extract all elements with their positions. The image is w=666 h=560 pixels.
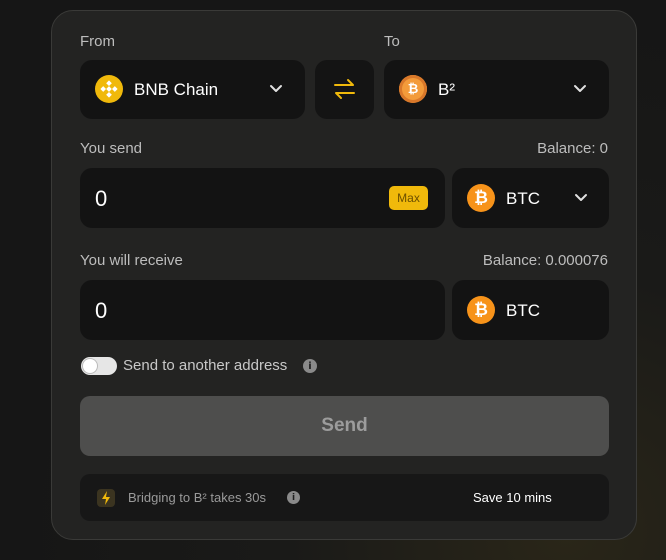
send-button[interactable]: Send [80, 396, 609, 456]
info-icon[interactable]: i [303, 359, 317, 373]
max-button[interactable]: Max [389, 186, 428, 210]
receive-balance: Balance: 0.000076 [482, 252, 608, 269]
from-label: From [80, 33, 115, 50]
chevron-down-icon [270, 85, 282, 92]
chevron-down-icon [574, 85, 586, 92]
you-send-label: You send [80, 140, 143, 157]
save-time-text: Save 10 mins [473, 490, 552, 505]
send-token-name: BTC [506, 189, 540, 208]
bridge-card: From BNB Chain To ₿ B² You send Balance:… [51, 10, 637, 540]
bnb-icon [95, 75, 123, 103]
receive-amount-field: 0 [80, 280, 445, 340]
send-balance: Balance: 0 [537, 140, 608, 157]
you-receive-label: You will receive [80, 252, 183, 269]
to-chain-select[interactable]: ₿ B² [384, 60, 609, 119]
send-token-select[interactable]: ₿ BTC [452, 168, 609, 228]
btc-icon: ₿ [467, 296, 495, 324]
receive-token: ₿ BTC [452, 280, 609, 340]
send-to-another-toggle[interactable] [81, 357, 117, 375]
swap-button[interactable] [315, 60, 374, 119]
swap-arrows-icon [334, 79, 355, 99]
receive-amount-value: 0 [95, 298, 108, 323]
info-icon[interactable]: i [287, 491, 300, 504]
from-chain-name: BNB Chain [134, 80, 219, 99]
from-chain-select[interactable]: BNB Chain [80, 60, 305, 119]
b2-icon: ₿ [399, 75, 427, 103]
toggle-knob [83, 359, 97, 373]
receive-token-name: BTC [506, 301, 540, 320]
send-to-another-label: Send to another address [123, 357, 288, 374]
to-chain-name: B² [438, 80, 455, 99]
send-amount-value: 0 [95, 186, 108, 211]
bridging-time-text: Bridging to B² takes 30s [128, 490, 267, 505]
bridge-info-footer: Bridging to B² takes 30s i Save 10 mins [80, 474, 609, 521]
to-label: To [384, 33, 400, 50]
send-amount-input[interactable]: 0 Max [80, 168, 445, 228]
btc-icon: ₿ [467, 184, 495, 212]
chevron-down-icon [575, 194, 587, 201]
lightning-icon [97, 489, 115, 507]
